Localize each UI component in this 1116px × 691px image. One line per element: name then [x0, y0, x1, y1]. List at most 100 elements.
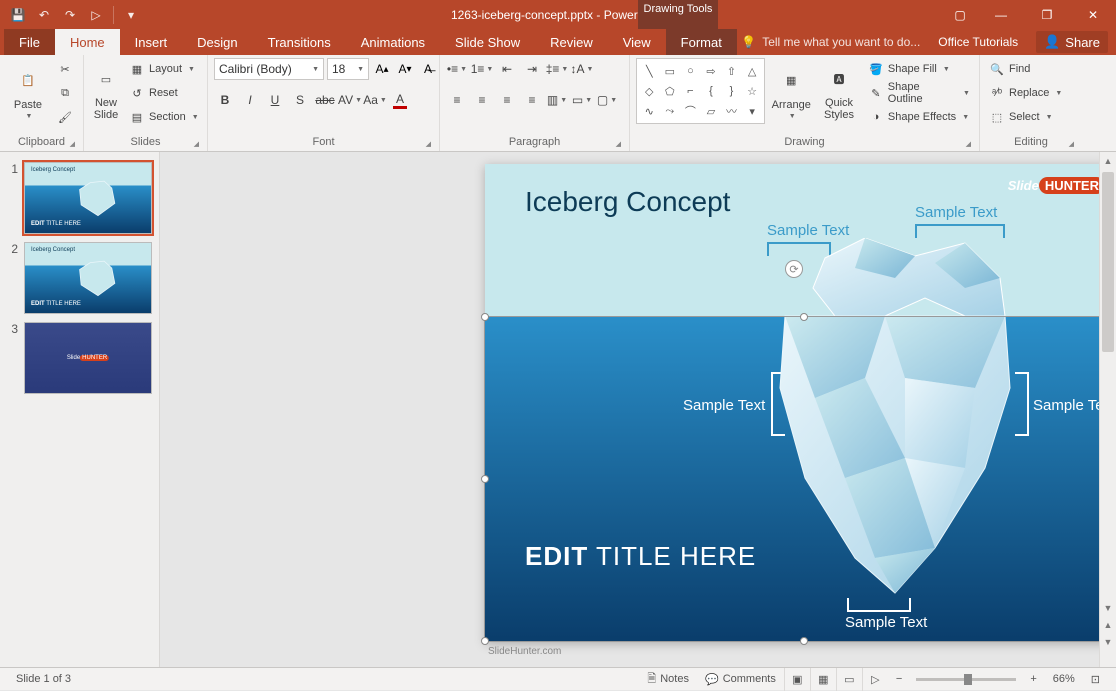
- find-button[interactable]: 🔍Find: [986, 58, 1065, 80]
- char-spacing-button[interactable]: AV▼: [339, 89, 361, 111]
- smartart-button[interactable]: ▢▼: [596, 89, 618, 111]
- handle-nw[interactable]: [481, 313, 489, 321]
- shape-fill-button[interactable]: 🪣Shape Fill▼: [865, 58, 973, 80]
- handle-n[interactable]: [800, 313, 808, 321]
- redo-button[interactable]: ↷: [58, 3, 82, 27]
- minimize-button[interactable]: —: [978, 0, 1024, 29]
- slideshow-view-button[interactable]: ▷: [862, 668, 888, 691]
- zoom-in-button[interactable]: +: [1022, 673, 1044, 685]
- thumbnail-image-3[interactable]: SlideHUNTER: [24, 322, 152, 394]
- section-button[interactable]: ▤Section▼: [126, 106, 202, 128]
- scroll-thumb[interactable]: [1102, 172, 1114, 352]
- zoom-level[interactable]: 66%: [1045, 673, 1083, 685]
- underline-button[interactable]: U: [264, 89, 286, 111]
- quick-styles-button[interactable]: 🅰 Quick Styles: [817, 58, 861, 126]
- arrange-button[interactable]: ▦ Arrange▼: [769, 58, 813, 126]
- bullets-button[interactable]: •≡▼: [446, 58, 468, 80]
- tab-slideshow[interactable]: Slide Show: [440, 29, 535, 55]
- label-top-1[interactable]: Sample Text: [767, 222, 849, 239]
- tab-design[interactable]: Design: [182, 29, 252, 55]
- reading-view-button[interactable]: ▭: [836, 668, 862, 691]
- numbering-button[interactable]: 1≡▼: [471, 58, 493, 80]
- tab-view[interactable]: View: [608, 29, 666, 55]
- slide-thumbnail-panel[interactable]: 1 Iceberg Concept EDIT TITLE HERE 2 Iceb…: [0, 152, 160, 667]
- notes-button[interactable]: 🗎Notes: [639, 670, 697, 689]
- thumbnail-2[interactable]: 2 Iceberg Concept EDIT TITLE HERE: [0, 238, 159, 318]
- clear-formatting-button[interactable]: A̶: [418, 58, 438, 80]
- increase-indent-button[interactable]: ⇥: [521, 58, 543, 80]
- fit-to-window-button[interactable]: ⊡: [1083, 673, 1108, 686]
- tab-review[interactable]: Review: [535, 29, 608, 55]
- ribbon-display-options-button[interactable]: ▢: [942, 0, 978, 29]
- gallery-more-button[interactable]: ▾: [743, 102, 762, 120]
- decrease-indent-button[interactable]: ⇤: [496, 58, 518, 80]
- zoom-slider-knob[interactable]: [964, 674, 972, 685]
- next-slide-button[interactable]: ▼: [1100, 633, 1116, 650]
- tab-transitions[interactable]: Transitions: [253, 29, 346, 55]
- thumbnail-1[interactable]: 1 Iceberg Concept EDIT TITLE HERE: [0, 158, 159, 238]
- align-left-button[interactable]: ≡: [446, 89, 468, 111]
- save-button[interactable]: 💾: [6, 3, 30, 27]
- start-slideshow-button[interactable]: ▷: [84, 3, 108, 27]
- restore-button[interactable]: ❐: [1024, 0, 1070, 29]
- tell-me-search[interactable]: 💡 Tell me what you want to do...: [741, 35, 920, 49]
- new-slide-button[interactable]: ▭ New Slide: [90, 58, 122, 126]
- text-direction-button[interactable]: ↕A▼: [571, 58, 593, 80]
- format-painter-button[interactable]: 🖌: [54, 106, 76, 128]
- shapes-gallery[interactable]: ╲▭○⇨⇧△ ◇⬠⌐{}☆ ∿⤳⌒▱〰▾: [636, 58, 765, 124]
- increase-font-button[interactable]: A▴: [372, 58, 392, 80]
- close-button[interactable]: ✕: [1070, 0, 1116, 29]
- columns-button[interactable]: ▥▼: [546, 89, 568, 111]
- zoom-out-button[interactable]: −: [888, 673, 910, 685]
- select-button[interactable]: ⬚Select▼: [986, 106, 1065, 128]
- thumbnail-3[interactable]: 3 SlideHUNTER: [0, 318, 159, 398]
- handle-s[interactable]: [800, 637, 808, 645]
- rotation-handle[interactable]: ⟳: [785, 260, 803, 278]
- scroll-down-button[interactable]: ▼: [1100, 599, 1116, 616]
- replace-button[interactable]: ᵃ⁄ᵇReplace▼: [986, 82, 1065, 104]
- office-tutorials-link[interactable]: Office Tutorials: [938, 35, 1018, 49]
- strikethrough-button[interactable]: abc: [314, 89, 336, 111]
- handle-w[interactable]: [481, 475, 489, 483]
- undo-button[interactable]: ↶: [32, 3, 56, 27]
- shadow-button[interactable]: S: [289, 89, 311, 111]
- align-center-button[interactable]: ≡: [471, 89, 493, 111]
- change-case-button[interactable]: Aa▼: [364, 89, 386, 111]
- shape-outline-button[interactable]: ✎Shape Outline▼: [865, 82, 973, 104]
- font-color-button[interactable]: A: [389, 89, 411, 111]
- customize-qat-button[interactable]: ▾: [119, 3, 143, 27]
- paste-button[interactable]: 📋 Paste ▼: [6, 58, 50, 126]
- font-size-combo[interactable]: 18▼: [327, 58, 369, 80]
- comments-button[interactable]: 💬Comments: [697, 673, 784, 686]
- scroll-up-button[interactable]: ▲: [1100, 152, 1116, 169]
- italic-button[interactable]: I: [239, 89, 261, 111]
- tab-insert[interactable]: Insert: [120, 29, 183, 55]
- prev-slide-button[interactable]: ▲: [1100, 616, 1116, 633]
- vertical-scrollbar[interactable]: ▲ ▼ ▲ ▼: [1099, 152, 1116, 667]
- slide-title[interactable]: Iceberg Concept: [525, 186, 730, 218]
- slide-canvas-area[interactable]: Iceberg Concept SlideHUNTER Sample Text …: [160, 152, 1116, 667]
- justify-button[interactable]: ≡: [521, 89, 543, 111]
- zoom-slider[interactable]: [916, 678, 1016, 681]
- line-spacing-button[interactable]: ‡≡▼: [546, 58, 568, 80]
- share-button[interactable]: 👤 Share: [1036, 31, 1108, 53]
- copy-button[interactable]: ⧉: [54, 82, 76, 104]
- slide-sorter-button[interactable]: ▦: [810, 668, 836, 691]
- slide-counter[interactable]: Slide 1 of 3: [8, 673, 79, 685]
- handle-sw[interactable]: [481, 637, 489, 645]
- thumbnail-image-2[interactable]: Iceberg Concept EDIT TITLE HERE: [24, 242, 152, 314]
- font-name-combo[interactable]: Calibri (Body)▼: [214, 58, 324, 80]
- layout-button[interactable]: ▦Layout▼: [126, 58, 202, 80]
- thumbnail-image-1[interactable]: Iceberg Concept EDIT TITLE HERE: [24, 162, 152, 234]
- label-top-2[interactable]: Sample Text: [915, 204, 997, 221]
- cut-button[interactable]: ✂: [54, 58, 76, 80]
- tab-animations[interactable]: Animations: [346, 29, 440, 55]
- normal-view-button[interactable]: ▣: [784, 668, 810, 691]
- tab-format[interactable]: Format: [666, 29, 737, 55]
- tab-file[interactable]: File: [4, 29, 55, 55]
- reset-button[interactable]: ↺Reset: [126, 82, 202, 104]
- align-right-button[interactable]: ≡: [496, 89, 518, 111]
- tab-home[interactable]: Home: [55, 29, 120, 55]
- decrease-font-button[interactable]: A▾: [395, 58, 415, 80]
- bold-button[interactable]: B: [214, 89, 236, 111]
